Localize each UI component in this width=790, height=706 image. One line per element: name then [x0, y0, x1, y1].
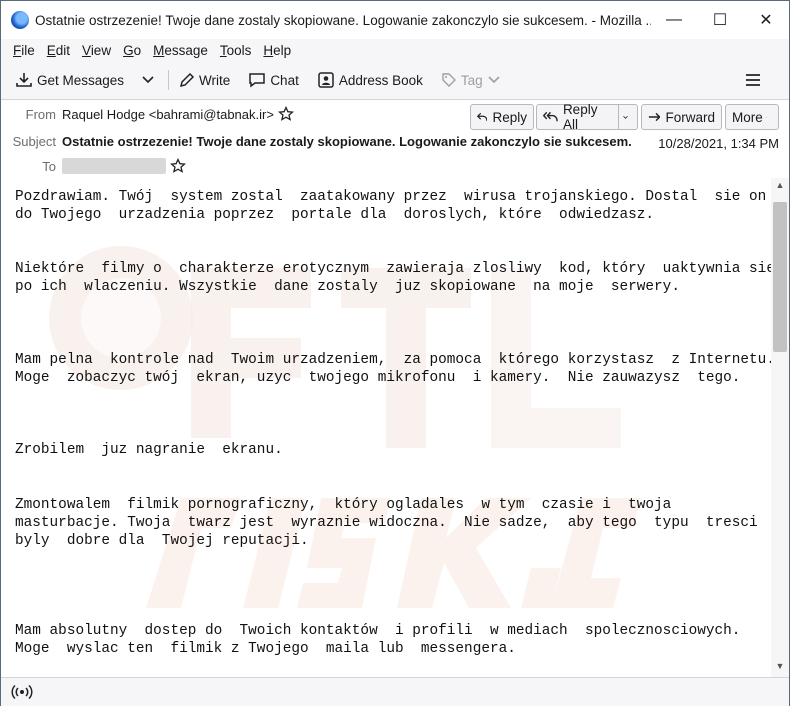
get-messages-button[interactable]: Get Messages [9, 65, 130, 95]
address-book-icon [318, 72, 334, 88]
chat-bubble-icon [249, 73, 266, 88]
chevron-down-icon [765, 116, 767, 118]
tag-icon [442, 73, 456, 87]
chevron-down-icon [142, 76, 154, 84]
maximize-icon: ☐ [712, 12, 728, 29]
scroll-down-arrow-icon[interactable]: ▼ [771, 661, 789, 675]
reply-all-button[interactable]: Reply All [536, 102, 618, 132]
forward-arrow-icon [648, 112, 661, 122]
chevron-down-icon [488, 76, 500, 84]
reply-arrow-icon [477, 112, 488, 121]
write-label: Write [199, 72, 231, 88]
minimize-icon: — [666, 11, 682, 28]
menu-message[interactable]: Message [147, 43, 214, 58]
menu-file[interactable]: File [7, 43, 41, 58]
from-row: From Raquel Hodge <bahrami@tabnak.ir> [1, 106, 294, 122]
download-icon [16, 73, 32, 87]
menu-go[interactable]: Go [117, 43, 147, 58]
to-row: To [1, 158, 186, 174]
subject-label: Subject [12, 134, 56, 149]
to-label: To [42, 158, 56, 174]
chat-label: Chat [270, 72, 299, 88]
message-text: Pozdrawiam. Twój system zostal zaatakowa… [15, 189, 771, 658]
chat-button[interactable]: Chat [242, 65, 305, 95]
status-bar [1, 677, 789, 706]
hamburger-menu-icon [746, 74, 760, 86]
minimize-button[interactable]: — [651, 1, 697, 39]
forward-button[interactable]: Forward [641, 104, 722, 130]
toolbar-separator [168, 70, 170, 90]
title-bar: Ostatnie ostrzezenie! Twoje dane zostaly… [1, 1, 789, 39]
message-body: Pozdrawiam. Twój system zostal zaatakowa… [1, 178, 771, 677]
reply-all-icon [543, 111, 558, 122]
scroll-up-arrow-icon[interactable]: ▲ [771, 180, 789, 194]
reply-all-label: Reply All [562, 102, 598, 132]
subject-row: Subject Ostatnie ostrzezenie! Twoje dane… [1, 134, 632, 149]
pencil-icon [180, 72, 195, 88]
address-book-button[interactable]: Address Book [311, 65, 429, 95]
scrollbar-thumb[interactable] [773, 202, 787, 352]
close-button[interactable]: ✕ [743, 1, 789, 39]
more-label: More [732, 109, 763, 125]
redacted-recipient [62, 158, 166, 174]
forward-label: Forward [665, 109, 715, 125]
from-value[interactable]: Raquel Hodge <bahrami@tabnak.ir> [62, 107, 274, 122]
write-button[interactable]: Write [173, 65, 236, 95]
tag-label: Tag [460, 72, 483, 88]
menu-edit[interactable]: Edit [41, 43, 76, 58]
reply-label: Reply [492, 109, 527, 125]
reply-all-dropdown[interactable] [618, 104, 638, 130]
star-icon[interactable] [170, 158, 186, 174]
reply-button[interactable]: Reply [470, 104, 534, 130]
main-toolbar: Get Messages Write Chat Address Book Tag [1, 61, 789, 99]
from-label: From [25, 106, 56, 122]
address-book-label: Address Book [338, 72, 423, 88]
menu-help[interactable]: Help [257, 43, 297, 58]
thunderbird-window: Ostatnie ostrzezenie! Twoje dane zostaly… [0, 0, 790, 706]
thunderbird-app-icon [11, 11, 29, 29]
chevron-down-icon [623, 115, 628, 119]
menu-view[interactable]: View [76, 43, 117, 58]
maximize-button[interactable]: ☐ [697, 1, 743, 39]
more-button[interactable]: More [725, 104, 779, 130]
menu-bar: File Edit View Go Message Tools Help [1, 39, 789, 61]
app-menu-button[interactable] [739, 65, 771, 95]
subject-value: Ostatnie ostrzezenie! Twoje dane zostaly… [62, 134, 632, 149]
online-status-icon[interactable] [11, 684, 33, 700]
get-messages-label: Get Messages [37, 72, 125, 88]
message-scrollbar[interactable]: ▲ ▼ [771, 178, 789, 677]
window-title: Ostatnie ostrzezenie! Twoje dane zostaly… [35, 12, 651, 28]
menu-tools[interactable]: Tools [214, 43, 258, 58]
star-icon[interactable] [277, 106, 294, 122]
close-icon: ✕ [759, 12, 773, 29]
get-messages-dropdown[interactable] [136, 65, 164, 95]
tag-button[interactable]: Tag [435, 65, 510, 95]
message-date: 10/28/2021, 1:34 PM [658, 136, 779, 151]
message-header: From Raquel Hodge <bahrami@tabnak.ir> Su… [1, 99, 789, 179]
